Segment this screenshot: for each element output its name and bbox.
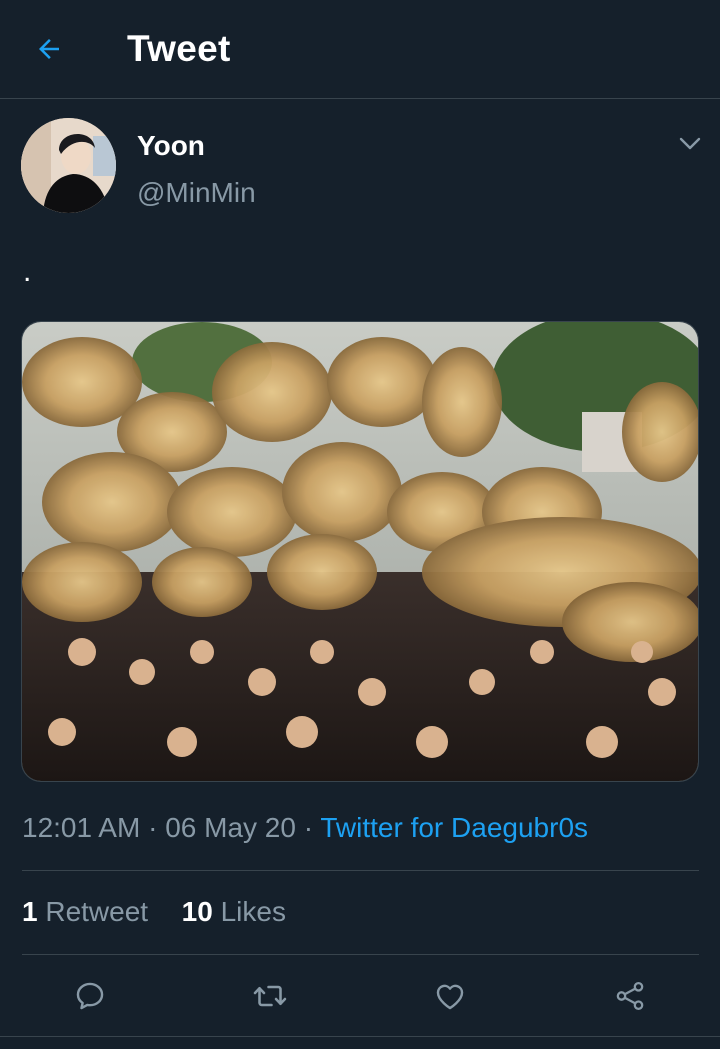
meta-separator: · [140,812,166,843]
divider [22,870,699,871]
retweets-label: Retweet [45,896,149,927]
tweet-image[interactable] [21,321,699,782]
avatar[interactable] [21,118,116,213]
tweet-source-link[interactable]: Twitter for Daegubr0s [320,812,588,843]
page-title: Tweet [127,28,231,69]
share-icon [616,981,644,1011]
crowd-photo [22,322,698,781]
more-options-button[interactable] [676,132,704,156]
chevron-down-icon [679,137,701,150]
reply-button[interactable] [70,976,110,1016]
reply-icon [76,982,104,1010]
top-bar: Tweet [0,0,720,99]
arrow-left-icon [39,39,59,59]
heart-icon [436,984,464,1010]
divider [22,954,699,955]
author-name[interactable]: Yoon [137,130,205,162]
share-button[interactable] [610,976,650,1016]
likes-label: Likes [220,896,286,927]
back-button[interactable] [32,32,66,66]
divider [0,1036,720,1037]
author-handle[interactable]: @MinMin [137,177,256,209]
tweet-stats: 1 Retweet 10 Likes [22,896,286,928]
meta-separator: · [295,812,321,843]
tweet-text: . [23,255,32,288]
like-button[interactable] [430,976,470,1016]
tweet-meta: 12:01 AM · 06 May 20 · Twitter for Daegu… [22,812,588,844]
likes-count: 10 [181,896,213,927]
retweet-button[interactable] [250,976,290,1016]
retweets-stat[interactable]: 1 Retweet [22,896,148,927]
retweets-count: 1 [22,896,38,927]
likes-stat[interactable]: 10 Likes [182,896,286,927]
tweet-time: 12:01 AM [22,812,141,843]
retweet-icon [253,985,287,1007]
avatar-photo [21,118,116,213]
tweet-date: 06 May 20 [165,812,296,843]
